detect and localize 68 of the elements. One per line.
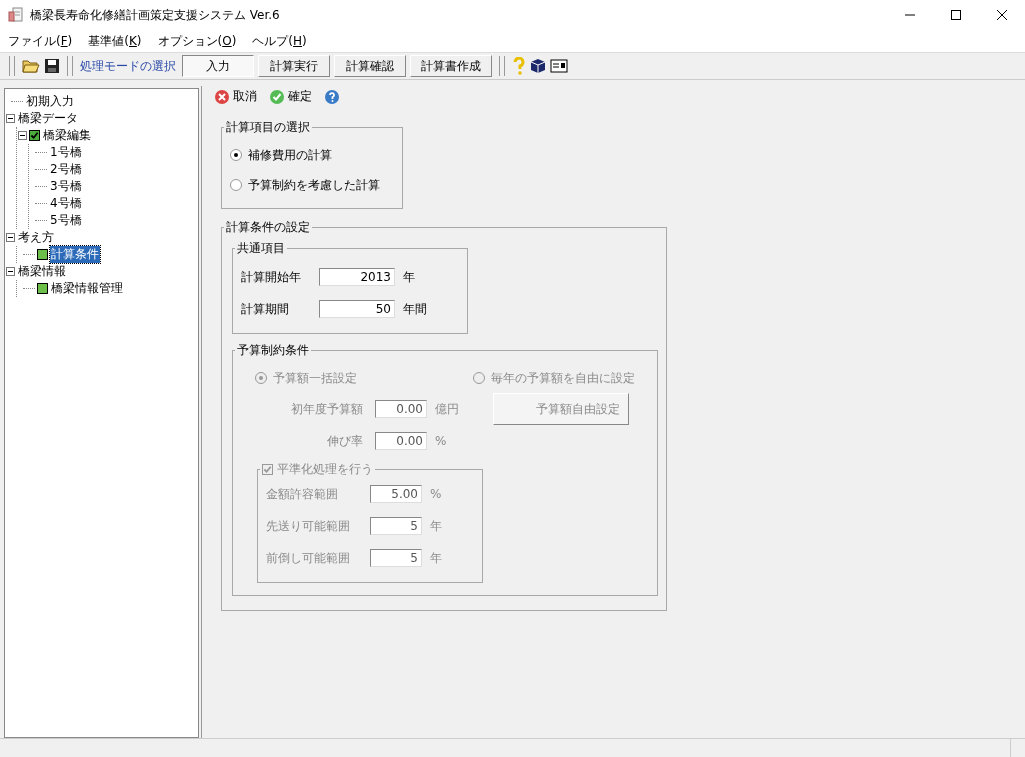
mode-button[interactable]: 入力: [182, 55, 254, 77]
mode-button[interactable]: 計算実行: [258, 55, 330, 77]
folder-icon[interactable]: [22, 58, 40, 74]
group-title: 共通項目: [236, 240, 286, 257]
collapse-icon[interactable]: [6, 114, 15, 123]
app-icon: [8, 7, 24, 23]
radio-label: 予算額一括設定: [273, 369, 357, 387]
input-field[interactable]: 50: [319, 300, 395, 318]
window-title: 橋梁長寿命化修繕計画策定支援システム Ver.6: [30, 6, 280, 24]
square-icon: [37, 283, 48, 294]
maximize-icon[interactable]: [951, 10, 961, 20]
tree-item[interactable]: 橋梁情報: [17, 263, 67, 280]
tree-item[interactable]: 計算条件: [50, 246, 100, 263]
tree-item[interactable]: 考え方: [17, 229, 55, 246]
group-title: 計算条件の設定: [225, 219, 311, 236]
field-label: 前倒し可能範囲: [266, 549, 351, 567]
collapse-icon[interactable]: [6, 233, 15, 242]
checkbox[interactable]: [29, 130, 40, 141]
group-title: 予算制約条件: [236, 342, 310, 359]
unit-label: 年: [430, 517, 442, 535]
unit-label: 年: [403, 268, 415, 286]
radio-button[interactable]: [230, 149, 242, 161]
radio-label: 予算制約を考慮した計算: [248, 176, 380, 194]
tree-item[interactable]: 4号橋: [49, 195, 83, 212]
tree-item[interactable]: 橋梁データ: [17, 110, 79, 127]
mode-label: 処理モードの選択: [80, 57, 176, 75]
unit-label: %: [430, 487, 442, 501]
check-circle-icon: [269, 88, 285, 105]
field-label: 計算開始年: [241, 268, 302, 286]
menu-item[interactable]: ファイル(F): [8, 32, 73, 50]
tree-item[interactable]: 2号橋: [49, 161, 83, 178]
checkbox-label: 平準化処理を行う: [277, 461, 373, 478]
collapse-icon[interactable]: [6, 267, 15, 276]
unit-label: %: [435, 434, 447, 448]
save-icon[interactable]: [44, 58, 60, 74]
input-field[interactable]: 2013: [319, 268, 395, 286]
tree-item[interactable]: 5号橋: [49, 212, 83, 229]
unit-label: 年間: [403, 300, 427, 318]
field-label: 伸び率: [326, 432, 363, 450]
close-circle-icon: [214, 88, 230, 105]
menu-item[interactable]: ヘルプ(H): [252, 32, 307, 50]
tree-item[interactable]: 3号橋: [49, 178, 83, 195]
field-label: 先送り可能範囲: [266, 517, 351, 535]
radio-label: 毎年の予算額を自由に設定: [491, 369, 635, 387]
confirm-button[interactable]: 確定: [269, 88, 312, 105]
cube-icon[interactable]: [530, 58, 546, 74]
tree-item[interactable]: 橋梁編集: [42, 127, 92, 144]
close-icon[interactable]: [997, 10, 1007, 20]
square-icon: [37, 249, 48, 260]
help-button[interactable]: [324, 88, 340, 105]
field-label: 計算期間: [241, 300, 290, 318]
tree-item[interactable]: 1号橋: [49, 144, 83, 161]
field-label: 金額許容範囲: [266, 485, 339, 503]
collapse-icon[interactable]: [18, 131, 27, 140]
radio-label: 補修費用の計算: [248, 146, 332, 164]
radio-button[interactable]: [230, 179, 242, 191]
card-icon[interactable]: [550, 59, 568, 73]
mode-button[interactable]: 計算確認: [334, 55, 406, 77]
group-title: 計算項目の選択: [225, 119, 311, 136]
cancel-button[interactable]: 取消: [214, 88, 257, 105]
unit-label: 年: [430, 549, 442, 567]
tree-item[interactable]: 橋梁情報管理: [50, 280, 124, 297]
mode-button[interactable]: 計算書作成: [410, 55, 492, 77]
unit-label: 億円: [435, 400, 459, 418]
menu-item[interactable]: オプション(O): [157, 32, 237, 50]
tree-item[interactable]: 初期入力: [25, 93, 75, 110]
menu-item[interactable]: 基準値(K): [88, 32, 142, 50]
field-label: 初年度予算額: [290, 400, 363, 418]
